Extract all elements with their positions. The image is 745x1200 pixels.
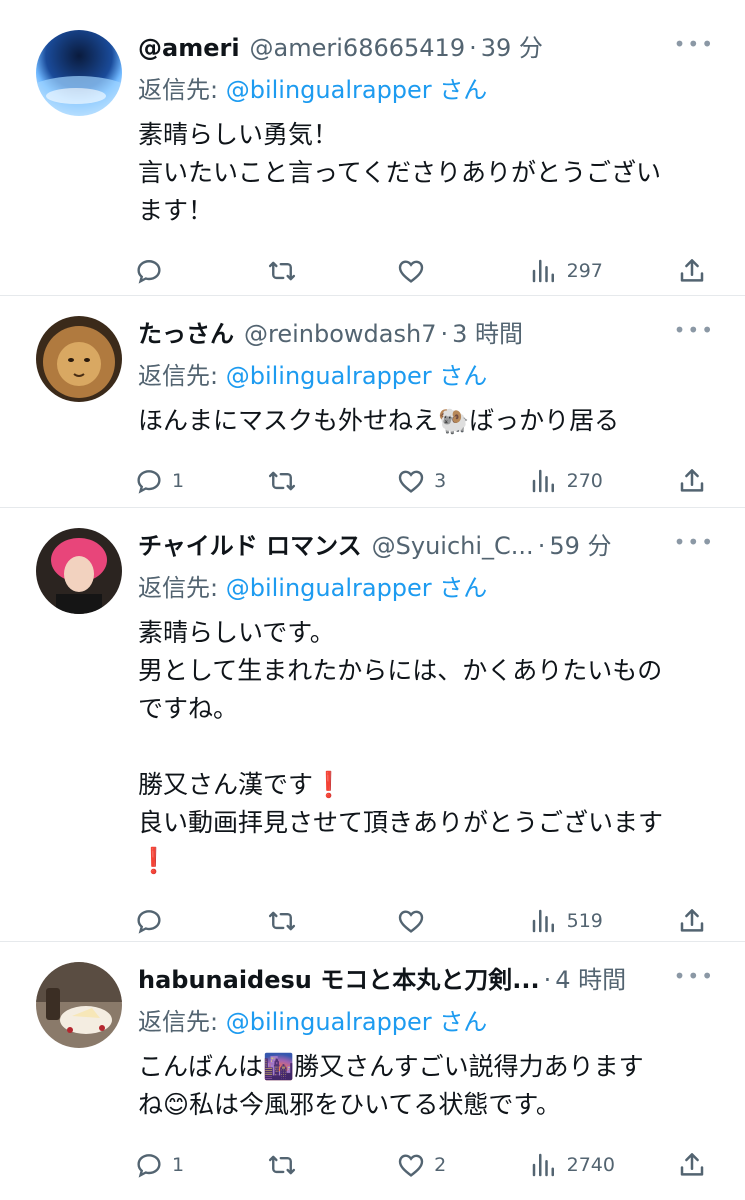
views-count: 270 bbox=[566, 470, 603, 492]
views-button[interactable]: 519 bbox=[529, 906, 677, 936]
heart-icon bbox=[398, 470, 424, 493]
share-button[interactable] bbox=[677, 256, 707, 286]
views-count: 2740 bbox=[566, 1154, 615, 1176]
views-count: 519 bbox=[566, 910, 603, 932]
views-icon bbox=[532, 909, 554, 933]
tweet[interactable]: habunaidesu モコと本丸と刀剣... · 4 時間 ••• 返信先: … bbox=[0, 942, 745, 1200]
share-icon bbox=[680, 469, 704, 492]
retweet-icon bbox=[268, 1155, 295, 1175]
share-button[interactable] bbox=[677, 1150, 707, 1180]
reply-icon bbox=[137, 1154, 161, 1178]
reply-suffix: さん bbox=[431, 76, 488, 104]
views-icon bbox=[532, 1153, 554, 1177]
reply-icon bbox=[137, 260, 161, 284]
reply-button[interactable]: 1 bbox=[134, 466, 267, 496]
display-name[interactable]: habunaidesu モコと本丸と刀剣... bbox=[138, 960, 540, 995]
reply-feed: @ameri @ameri68665419 · 39 分 ••• 返信先: @b… bbox=[0, 0, 745, 1200]
views-button[interactable]: 297 bbox=[529, 256, 677, 286]
separator-dot: · bbox=[537, 532, 546, 560]
action-bar: 1 2 2740 bbox=[134, 1124, 707, 1200]
more-options-icon[interactable]: ••• bbox=[674, 964, 715, 988]
retweet-icon bbox=[268, 261, 295, 281]
reply-context: 返信先: @bilingualrapper さん bbox=[138, 356, 707, 390]
mention-link[interactable]: @bilingualrapper bbox=[226, 362, 432, 390]
display-name[interactable]: たっさん bbox=[138, 314, 234, 349]
reply-suffix: さん bbox=[431, 1008, 488, 1036]
timestamp[interactable]: 4 時間 bbox=[555, 960, 626, 995]
reply-count: 1 bbox=[172, 470, 185, 492]
reply-count: 1 bbox=[172, 1154, 185, 1176]
retweet-icon bbox=[268, 471, 295, 491]
reply-context: 返信先: @bilingualrapper さん bbox=[138, 1002, 707, 1036]
reply-prefix: 返信先: bbox=[138, 574, 226, 602]
mention-link[interactable]: @bilingualrapper bbox=[226, 1008, 432, 1036]
tweet-text: こんばんは🌆勝又さんすごい説得力あります ね😊私は今風邪をひいてる状態です。 bbox=[138, 1052, 644, 1119]
more-options-icon[interactable]: ••• bbox=[674, 530, 715, 554]
retweet-button[interactable] bbox=[267, 466, 397, 496]
reply-prefix: 返信先: bbox=[138, 76, 226, 104]
mention-link[interactable]: @bilingualrapper bbox=[226, 574, 432, 602]
tweet-text: ほんまにマスクも外せねえ🐏ばっかり居る bbox=[138, 406, 620, 435]
views-icon bbox=[532, 469, 554, 493]
user-handle[interactable]: @Syuichi_C... bbox=[372, 532, 534, 560]
separator-dot: · bbox=[469, 34, 477, 62]
reply-icon bbox=[137, 910, 161, 934]
user-avatar[interactable] bbox=[36, 962, 122, 1048]
user-handle[interactable]: @reinbowdash7 bbox=[244, 320, 436, 348]
more-options-icon[interactable]: ••• bbox=[674, 318, 715, 342]
retweet-button[interactable] bbox=[267, 1150, 397, 1180]
reply-prefix: 返信先: bbox=[138, 362, 226, 390]
reply-button[interactable] bbox=[134, 906, 267, 936]
share-button[interactable] bbox=[677, 466, 707, 496]
share-icon bbox=[680, 259, 704, 282]
like-button[interactable]: 3 bbox=[396, 466, 529, 496]
like-button[interactable] bbox=[396, 906, 529, 936]
heart-icon bbox=[398, 1154, 424, 1177]
user-handle[interactable]: @ameri68665419 bbox=[250, 34, 466, 62]
retweet-button[interactable] bbox=[267, 906, 397, 936]
timestamp[interactable]: 59 分 bbox=[549, 526, 611, 561]
reply-suffix: さん bbox=[431, 362, 488, 390]
user-avatar[interactable] bbox=[36, 30, 122, 116]
tweet[interactable]: たっさん @reinbowdash7 · 3 時間 ••• 返信先: @bili… bbox=[0, 296, 745, 508]
reply-context: 返信先: @bilingualrapper さん bbox=[138, 568, 707, 602]
display-name[interactable]: @ameri bbox=[138, 34, 240, 62]
reply-button[interactable] bbox=[134, 256, 267, 286]
reply-suffix: さん bbox=[431, 574, 488, 602]
heart-icon bbox=[398, 910, 424, 933]
more-options-icon[interactable]: ••• bbox=[674, 32, 715, 56]
views-button[interactable]: 270 bbox=[529, 466, 677, 496]
tweet-text: 素晴らしいです。 男として生まれたからには、かくありたいもの ですね。 勝又さん… bbox=[138, 618, 664, 875]
reply-prefix: 返信先: bbox=[138, 1008, 226, 1036]
retweet-icon bbox=[268, 911, 295, 931]
views-count: 297 bbox=[566, 260, 603, 282]
user-avatar[interactable] bbox=[36, 316, 122, 402]
tweet-text: 素晴らしい勇気！ 言いたいこと言ってくださりありがとうござい ます！ bbox=[138, 120, 662, 225]
tweet[interactable]: @ameri @ameri68665419 · 39 分 ••• 返信先: @b… bbox=[0, 0, 745, 296]
share-icon bbox=[680, 909, 704, 932]
timestamp[interactable]: 3 時間 bbox=[452, 314, 523, 349]
retweet-button[interactable] bbox=[267, 256, 397, 286]
like-button[interactable] bbox=[396, 256, 529, 286]
like-count: 3 bbox=[434, 470, 447, 492]
reply-button[interactable]: 1 bbox=[134, 1150, 267, 1180]
tweet[interactable]: チャイルド ロマンス @Syuichi_C... · 59 分 ••• 返信先:… bbox=[0, 508, 745, 942]
like-button[interactable]: 2 bbox=[396, 1150, 529, 1180]
timestamp[interactable]: 39 分 bbox=[481, 28, 543, 63]
share-icon bbox=[680, 1153, 704, 1176]
separator-dot: · bbox=[543, 966, 552, 994]
mention-link[interactable]: @bilingualrapper bbox=[226, 76, 432, 104]
like-count: 2 bbox=[434, 1154, 447, 1176]
views-icon bbox=[532, 259, 554, 283]
user-avatar[interactable] bbox=[36, 528, 122, 614]
views-button[interactable]: 2740 bbox=[529, 1150, 677, 1180]
reply-icon bbox=[137, 470, 161, 494]
display-name[interactable]: チャイルド ロマンス bbox=[138, 526, 362, 561]
heart-icon bbox=[398, 260, 424, 283]
separator-dot: · bbox=[440, 320, 449, 348]
reply-context: 返信先: @bilingualrapper さん bbox=[138, 70, 707, 104]
share-button[interactable] bbox=[677, 906, 707, 936]
